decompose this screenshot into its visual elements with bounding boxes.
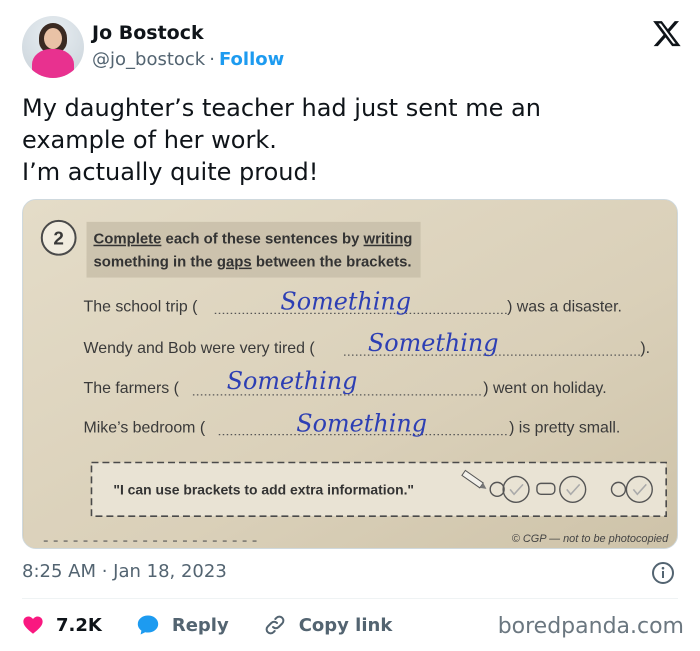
handwritten-answer: Something [280,287,411,315]
instruction-word: Complete [93,232,161,248]
sentence-before: Mike’s bedroom ( [84,420,206,437]
like-count: 7.2K [56,614,102,636]
copy-link-button[interactable]: Copy link [263,613,393,637]
handwritten-answer: Something [227,367,358,395]
sentence-after: ). [640,340,650,357]
avatar[interactable] [22,16,84,78]
self-check-text: "I can use brackets to add extra informa… [113,481,414,497]
tweet-text: My daughter’s teacher had just sent me a… [22,92,672,188]
tweet-media-image[interactable]: 2 Complete each of these sentences by wr… [22,199,678,549]
instruction-text: between the brackets. [252,255,412,271]
tweet-text-line: example of her work. [22,126,277,154]
instruction-word: writing [363,232,413,248]
tweet-text-line: My daughter’s teacher had just sent me a… [22,94,541,122]
author-name[interactable]: Jo Bostock [92,22,204,44]
handwritten-answer: Something [368,329,499,357]
sentence-before: Wendy and Bob were very tired ( [84,340,316,357]
follow-button[interactable]: Follow [219,49,284,70]
like-button[interactable]: 7.2K [22,614,102,636]
worksheet-photo: 2 Complete each of these sentences by wr… [23,200,677,548]
author-handle[interactable]: @jo_bostock [92,49,205,70]
tweet-text-line: I’m actually quite proud! [22,158,319,186]
heart-icon [23,616,43,634]
separator-dot: · [209,49,215,70]
sentence-after: ) went on holiday. [483,380,606,397]
sentence-after: ) is pretty small. [509,420,620,437]
reply-button[interactable]: Reply [136,613,229,637]
info-icon[interactable] [651,561,675,585]
copy-link-label: Copy link [298,614,393,636]
watermark: boredpanda.com [497,614,684,639]
copyright-text: © CGP — not to be photocopied [512,533,669,545]
instruction-line-1: Complete each of these sentences by writ… [93,232,412,248]
author-handle-line: @jo_bostock · Follow [92,49,284,70]
handwritten-answer: Something [296,410,427,438]
x-logo-icon[interactable] [652,18,682,48]
sentence-before: The farmers ( [84,380,180,397]
sentence-before: The school trip ( [84,298,199,315]
instruction-text: each of these sentences by [161,232,363,248]
tweet-header: Jo Bostock @jo_bostock · Follow [22,16,682,80]
tweet-timestamp[interactable]: 8:25 AM · Jan 18, 2023 [22,561,227,582]
instruction-line-2: something in the gaps between the bracke… [93,255,411,271]
divider [22,598,678,599]
tweet-actions: 7.2K Reply Copy link [22,611,426,639]
instruction-text: something in the [93,255,216,271]
reply-label: Reply [171,614,229,636]
question-number: 2 [53,229,63,250]
sentence-after: ) was a disaster. [507,298,622,315]
link-icon [265,615,285,635]
instruction-word: gaps [217,255,252,271]
reply-bubble-icon [137,615,159,635]
